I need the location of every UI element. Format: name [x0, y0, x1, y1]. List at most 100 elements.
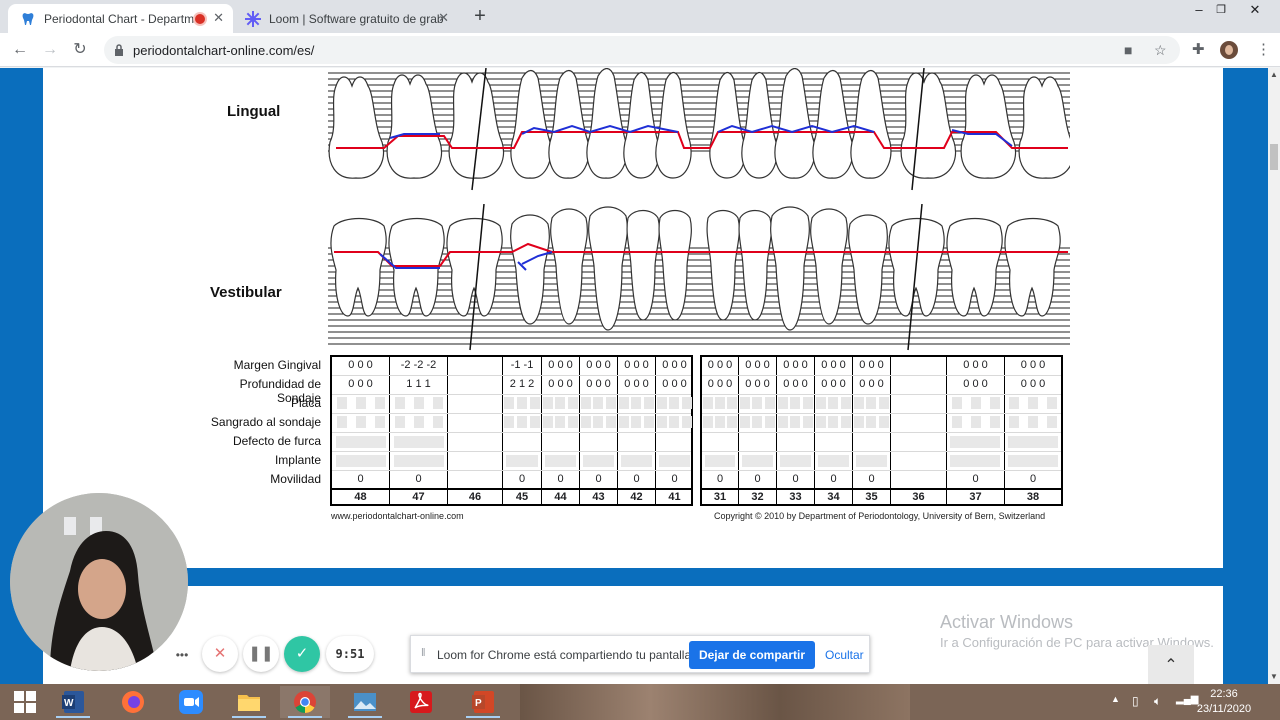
margen-cell[interactable]: 0 0 0 [947, 359, 1004, 371]
start-icon[interactable] [0, 686, 50, 718]
site-footer-url[interactable]: www.periodontalchart-online.com [331, 511, 464, 521]
tab-loom[interactable]: Loom | Software gratuito de grab ✕ [233, 4, 458, 33]
placa-row[interactable] [332, 395, 692, 414]
implante-row[interactable] [332, 452, 691, 471]
sondaje-cell[interactable]: 0 0 0 [332, 378, 389, 390]
margen-cell[interactable]: 0 0 0 [815, 359, 852, 371]
margen-cell[interactable]: 0 0 0 [618, 359, 655, 371]
reload-icon[interactable]: ↻ [69, 39, 91, 61]
margen-cell[interactable]: 0 0 0 [739, 359, 776, 371]
placa-row[interactable] [702, 395, 1061, 414]
firefox-icon[interactable] [108, 686, 158, 718]
tablet-icon[interactable]: ▯ [1132, 694, 1139, 708]
forward-arrow-icon[interactable]: → [39, 39, 61, 61]
drag-handle-icon[interactable]: ‖ [421, 647, 426, 659]
movilidad-cell[interactable]: 0 [503, 473, 541, 485]
sangrado-row[interactable] [332, 414, 692, 433]
margen-cell[interactable]: 0 0 0 [656, 359, 693, 371]
movilidad-cell[interactable]: 0 [947, 473, 1004, 485]
margen-cell[interactable]: 0 0 0 [702, 359, 738, 371]
close-tab-icon[interactable]: ✕ [438, 10, 449, 26]
movilidad-cell[interactable]: 0 [853, 473, 890, 485]
restore-button[interactable]: ❐ [1206, 0, 1236, 22]
margen-row[interactable]: 0 0 0 -2 -2 -2 -1 -1 0 0 0 0 0 0 0 0 0 0… [332, 357, 691, 376]
hide-link[interactable]: Ocultar [825, 648, 864, 662]
movilidad-cell[interactable]: 0 [702, 473, 738, 485]
movilidad-cell[interactable]: 0 [777, 473, 814, 485]
powerpoint-icon[interactable]: P [458, 686, 508, 718]
sondaje-cell[interactable]: 0 0 0 [618, 378, 655, 390]
address-bar[interactable]: periodontalchart-online.com/es/ ■ ☆ [104, 36, 1180, 64]
sondaje-cell[interactable]: 0 0 0 [542, 378, 579, 390]
sondaje-cell[interactable]: 2 1 2 [503, 378, 541, 390]
sondaje-cell[interactable]: 0 0 0 [947, 378, 1004, 390]
movilidad-cell[interactable]: 0 [618, 473, 655, 485]
margen-cell[interactable]: 0 0 0 [1005, 359, 1061, 371]
sondaje-cell[interactable]: 0 0 0 [1005, 378, 1061, 390]
sondaje-row[interactable]: 0 0 0 0 0 0 0 0 0 0 0 0 0 0 0 0 0 0 0 0 … [702, 376, 1061, 395]
sondaje-cell[interactable]: 1 1 1 [390, 378, 447, 390]
close-window-button[interactable]: ✕ [1240, 0, 1270, 22]
scroll-up-icon[interactable]: ▲ [1270, 70, 1278, 79]
sondaje-cell[interactable]: 0 0 0 [739, 378, 776, 390]
margen-cell[interactable]: 0 0 0 [580, 359, 617, 371]
menu-icon[interactable]: ⋮ [1256, 40, 1271, 58]
scroll-down-icon[interactable]: ▼ [1270, 672, 1278, 681]
profile-avatar[interactable] [1218, 39, 1240, 61]
zoom-icon[interactable] [166, 686, 216, 718]
tab-periodontal-chart[interactable]: Periodontal Chart - Departm ✕ [8, 4, 233, 33]
movilidad-cell[interactable]: 0 [580, 473, 617, 485]
movilidad-cell[interactable]: 0 [815, 473, 852, 485]
volume-icon[interactable]: 🔈︎ [1154, 694, 1161, 709]
sondaje-cell[interactable]: 0 0 0 [702, 378, 738, 390]
cancel-recording-icon[interactable]: ✕ [202, 636, 238, 672]
webcam-bubble[interactable] [10, 493, 188, 671]
margen-cell[interactable]: 0 0 0 [853, 359, 890, 371]
new-tab-button[interactable]: + [468, 5, 492, 29]
sondaje-cell[interactable]: 0 0 0 [815, 378, 852, 390]
sondaje-cell[interactable]: 0 0 0 [853, 378, 890, 390]
margen-cell[interactable]: 0 0 0 [542, 359, 579, 371]
stop-sharing-button[interactable]: Dejar de compartir [689, 641, 815, 669]
movilidad-cell[interactable]: 0 [332, 473, 389, 485]
bookmark-star-icon[interactable]: ☆ [1154, 42, 1167, 59]
file-explorer-icon[interactable] [224, 686, 274, 718]
movilidad-cell[interactable]: 0 [739, 473, 776, 485]
pause-recording-icon[interactable]: ❚❚ [243, 636, 279, 672]
taskbar-clock[interactable]: 22:36 23/11/2020 [1196, 687, 1252, 717]
margen-cell[interactable]: -2 -2 -2 [390, 359, 447, 371]
scroll-to-top-button[interactable]: ⌃ [1148, 645, 1194, 687]
camera-icon[interactable]: ■ [1124, 42, 1132, 58]
tooth-number: 31 [713, 491, 727, 503]
movilidad-cell[interactable]: 0 [542, 473, 579, 485]
sondaje-row[interactable]: 0 0 0 1 1 1 2 1 2 0 0 0 0 0 0 0 0 0 0 0 … [332, 376, 691, 395]
back-arrow-icon[interactable]: ← [9, 39, 31, 61]
movilidad-cell[interactable]: 0 [390, 473, 447, 485]
page-scrollbar[interactable]: ▲ ▼ [1268, 68, 1280, 684]
sangrado-row[interactable] [702, 414, 1061, 433]
implante-row[interactable] [702, 452, 1061, 471]
tooth-number: 46 [468, 491, 482, 503]
margen-cell[interactable]: -1 -1 [503, 359, 541, 371]
close-tab-icon[interactable]: ✕ [213, 10, 224, 26]
movilidad-cell[interactable]: 0 [656, 473, 693, 485]
sondaje-cell[interactable]: 0 0 0 [656, 378, 693, 390]
more-options-icon[interactable]: ••• [170, 646, 194, 664]
scrollbar-thumb[interactable] [1270, 144, 1278, 170]
movilidad-cell[interactable]: 0 [1005, 473, 1061, 485]
photos-icon[interactable] [340, 686, 390, 718]
sondaje-cell[interactable]: 0 0 0 [777, 378, 814, 390]
finish-recording-icon[interactable]: ✓ [284, 636, 320, 672]
sondaje-cell[interactable]: 0 0 0 [580, 378, 617, 390]
acrobat-icon[interactable] [396, 686, 446, 718]
word-icon[interactable]: W [48, 686, 98, 718]
margen-cell[interactable]: 0 0 0 [332, 359, 389, 371]
furca-row[interactable] [702, 433, 1061, 452]
tray-expand-icon[interactable]: ▲ [1111, 694, 1120, 704]
margen-row[interactable]: 0 0 0 0 0 0 0 0 0 0 0 0 0 0 0 0 0 0 0 0 … [702, 357, 1061, 376]
windows-taskbar: W P ▲ ▯ 🔈︎ ▂▄▆ 22:36 23/11/2020 [0, 684, 1280, 720]
margen-cell[interactable]: 0 0 0 [777, 359, 814, 371]
extensions-icon[interactable]: ✚ [1192, 40, 1205, 58]
chrome-icon[interactable] [280, 686, 330, 718]
furca-row[interactable] [332, 433, 691, 452]
